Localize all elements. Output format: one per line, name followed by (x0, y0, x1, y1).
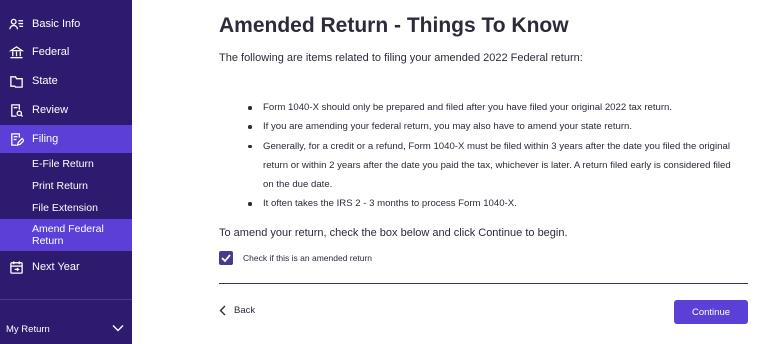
sidebar-item-label: Next Year (32, 261, 80, 273)
sidebar-item-label: Federal (32, 46, 70, 58)
sidebar-item-label: State (32, 75, 58, 87)
sidebar-item-basic-info[interactable]: Basic Info (0, 10, 132, 38)
back-label: Back (234, 305, 256, 316)
sidebar-item-review[interactable]: Review (0, 96, 132, 124)
my-return-dropdown[interactable]: My Return (0, 318, 132, 340)
checkbox-label[interactable]: Check if this is an amended return (243, 253, 372, 263)
intro-text: The following are items related to filin… (219, 52, 583, 64)
capitol-icon (8, 44, 24, 60)
page-title: Amended Return - Things To Know (219, 14, 569, 37)
sidebar-subitem-label: Print Return (32, 180, 89, 192)
sidebar-subitem-print-return[interactable]: Print Return (0, 178, 132, 194)
sidebar-subitem-file-extension[interactable]: File Extension (0, 200, 132, 216)
sidebar-item-label: Filing (32, 133, 59, 145)
list-item: Generally, for a credit or a refund, For… (248, 137, 738, 195)
chevron-down-icon (112, 324, 124, 335)
person-list-icon (8, 16, 24, 32)
content-divider (219, 283, 748, 284)
sidebar-divider (0, 299, 132, 300)
document-edit-icon (8, 131, 24, 147)
amended-return-checkbox-row: Check if this is an amended return (219, 251, 372, 265)
sidebar-subitem-label: E-File Return (32, 158, 94, 170)
app-window: Basic Info Federal State Review Filing E… (0, 0, 768, 344)
my-return-label: My Return (6, 323, 50, 335)
document-search-icon (8, 102, 24, 118)
sidebar-item-label: Review (32, 104, 69, 116)
sidebar-subitem-label: Amend Federal Return (32, 223, 104, 247)
chevron-left-icon (219, 305, 226, 316)
checkmark-icon (221, 254, 231, 262)
sidebar: Basic Info Federal State Review Filing E… (0, 0, 132, 344)
map-icon (8, 73, 24, 89)
calendar-icon (8, 259, 24, 275)
sidebar-subitem-amend-federal-return[interactable]: Amend Federal Return (0, 219, 132, 251)
sidebar-item-next-year[interactable]: Next Year (0, 253, 132, 281)
sidebar-subitem-label: File Extension (32, 202, 98, 214)
list-item: Form 1040-X should only be prepared and … (248, 98, 738, 117)
sidebar-subitem-efile-return[interactable]: E-File Return (0, 156, 132, 172)
sidebar-item-label: Basic Info (32, 18, 81, 30)
continue-button[interactable]: Continue (674, 300, 748, 324)
list-item: It often takes the IRS 2 - 3 months to p… (248, 194, 738, 213)
instruction-text: To amend your return, check the box belo… (219, 227, 568, 239)
sidebar-item-filing[interactable]: Filing (0, 125, 132, 153)
sidebar-item-federal[interactable]: Federal (0, 38, 132, 66)
amended-return-checkbox[interactable] (219, 251, 233, 265)
info-bullet-list: Form 1040-X should only be prepared and … (248, 98, 738, 214)
sidebar-item-state[interactable]: State (0, 67, 132, 95)
list-item: If you are amending your federal return,… (248, 117, 738, 136)
back-button[interactable]: Back (219, 305, 255, 316)
